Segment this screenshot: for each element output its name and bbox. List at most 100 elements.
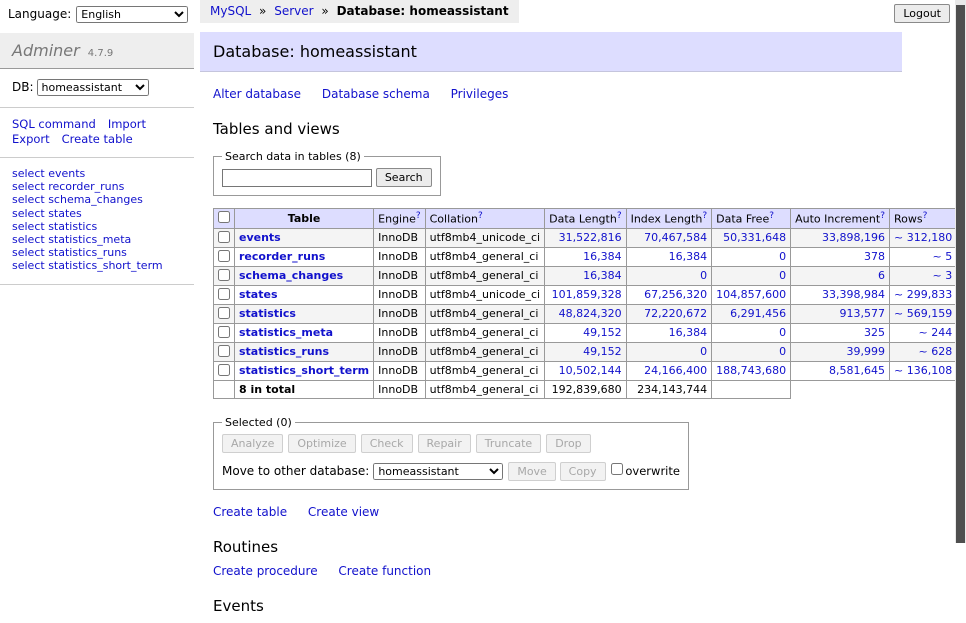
table-name-link[interactable]: statistics_meta: [239, 326, 333, 339]
data-free-link[interactable]: 50,331,648: [723, 231, 786, 244]
breadcrumb-server-link[interactable]: Server: [274, 4, 313, 18]
create-view-link[interactable]: Create view: [308, 505, 379, 519]
rows-link[interactable]: ~ 3: [932, 269, 952, 282]
sidebar-link-sql-command[interactable]: SQL command: [12, 117, 96, 131]
sidebar-table-name-link[interactable]: statistics: [48, 220, 97, 233]
help-link[interactable]: ?: [880, 211, 885, 221]
index-length-link[interactable]: 24,166,400: [644, 364, 707, 377]
privileges-link[interactable]: Privileges: [451, 87, 509, 101]
auto-increment-link[interactable]: 33,898,196: [822, 231, 885, 244]
index-length-link[interactable]: 0: [700, 269, 707, 282]
copy-button[interactable]: Copy: [560, 462, 606, 481]
data-free-link[interactable]: 0: [779, 345, 786, 358]
select-table-link[interactable]: select: [12, 220, 45, 233]
auto-increment-link[interactable]: 378: [864, 250, 885, 263]
data-length-link[interactable]: 31,522,816: [559, 231, 622, 244]
auto-increment-link[interactable]: 33,398,984: [822, 288, 885, 301]
table-name-link[interactable]: statistics_short_term: [239, 364, 369, 377]
drop-button[interactable]: Drop: [546, 434, 590, 453]
select-table-link[interactable]: select: [12, 180, 45, 193]
help-link[interactable]: ?: [702, 211, 707, 221]
row-checkbox[interactable]: [218, 250, 230, 262]
sidebar-table-name-link[interactable]: statistics_short_term: [48, 259, 162, 272]
select-table-link[interactable]: select: [12, 167, 45, 180]
create-function-link[interactable]: Create function: [338, 564, 431, 578]
search-input[interactable]: [222, 169, 372, 187]
index-length-link[interactable]: 16,384: [669, 250, 708, 263]
sidebar-table-name-link[interactable]: statistics_runs: [48, 246, 127, 259]
analyze-button[interactable]: Analyze: [222, 434, 283, 453]
table-name-link[interactable]: schema_changes: [239, 269, 343, 282]
sidebar-table-name-link[interactable]: states: [48, 207, 82, 220]
sidebar-table-name-link[interactable]: recorder_runs: [48, 180, 124, 193]
table-name-link[interactable]: recorder_runs: [239, 250, 325, 263]
breadcrumb-mysql-link[interactable]: MySQL: [210, 4, 251, 18]
rows-link[interactable]: ~ 312,180: [894, 231, 952, 244]
database-schema-link[interactable]: Database schema: [322, 87, 430, 101]
select-all-checkbox[interactable]: [218, 211, 230, 223]
sidebar-link-export[interactable]: Export: [12, 132, 50, 146]
scrollbar[interactable]: [955, 0, 966, 543]
row-checkbox[interactable]: [218, 326, 230, 338]
data-length-link[interactable]: 49,152: [583, 326, 622, 339]
auto-increment-link[interactable]: 39,999: [847, 345, 886, 358]
auto-increment-link[interactable]: 8,581,645: [829, 364, 885, 377]
data-free-link[interactable]: 0: [779, 326, 786, 339]
rows-link[interactable]: ~ 5: [932, 250, 952, 263]
sidebar-table-name-link[interactable]: schema_changes: [48, 193, 143, 206]
optimize-button[interactable]: Optimize: [288, 434, 355, 453]
check-button[interactable]: Check: [361, 434, 413, 453]
row-checkbox[interactable]: [218, 307, 230, 319]
create-procedure-link[interactable]: Create procedure: [213, 564, 318, 578]
data-free-link[interactable]: 0: [779, 250, 786, 263]
table-name-link[interactable]: states: [239, 288, 278, 301]
sidebar-table-name-link[interactable]: statistics_meta: [48, 233, 131, 246]
language-select[interactable]: English: [76, 6, 188, 23]
table-name-link[interactable]: statistics: [239, 307, 296, 320]
row-checkbox[interactable]: [218, 288, 230, 300]
select-table-link[interactable]: select: [12, 246, 45, 259]
select-table-link[interactable]: select: [12, 207, 45, 220]
help-link[interactable]: ?: [617, 211, 622, 221]
row-checkbox[interactable]: [218, 364, 230, 376]
repair-button[interactable]: Repair: [418, 434, 471, 453]
sidebar-link-create-table[interactable]: Create table: [62, 132, 133, 146]
create-table-link[interactable]: Create table: [213, 505, 287, 519]
select-table-link[interactable]: select: [12, 193, 45, 206]
row-checkbox[interactable]: [218, 231, 230, 243]
move-button[interactable]: Move: [508, 462, 556, 481]
index-length-link[interactable]: 70,467,584: [644, 231, 707, 244]
rows-link[interactable]: ~ 244: [918, 326, 952, 339]
rows-link[interactable]: ~ 299,833: [894, 288, 952, 301]
search-button[interactable]: Search: [376, 168, 432, 187]
index-length-link[interactable]: 72,220,672: [644, 307, 707, 320]
help-link[interactable]: ?: [478, 211, 483, 221]
help-link[interactable]: ?: [923, 211, 928, 221]
data-length-link[interactable]: 49,152: [583, 345, 622, 358]
select-table-link[interactable]: select: [12, 259, 45, 272]
move-db-select[interactable]: homeassistant: [373, 463, 503, 480]
scrollbar-thumb[interactable]: [956, 5, 965, 543]
index-length-link[interactable]: 0: [700, 345, 707, 358]
help-link[interactable]: ?: [769, 211, 774, 221]
data-free-link[interactable]: 0: [779, 269, 786, 282]
auto-increment-link[interactable]: 6: [878, 269, 885, 282]
auto-increment-link[interactable]: 325: [864, 326, 885, 339]
data-free-link[interactable]: 104,857,600: [716, 288, 786, 301]
row-checkbox[interactable]: [218, 345, 230, 357]
rows-link[interactable]: ~ 569,159: [894, 307, 952, 320]
row-checkbox[interactable]: [218, 269, 230, 281]
table-name-link[interactable]: statistics_runs: [239, 345, 329, 358]
db-select[interactable]: homeassistant: [37, 79, 149, 96]
select-table-link[interactable]: select: [12, 233, 45, 246]
index-length-link[interactable]: 16,384: [669, 326, 708, 339]
data-free-link[interactable]: 6,291,456: [730, 307, 786, 320]
sidebar-link-import[interactable]: Import: [108, 117, 146, 131]
data-length-link[interactable]: 10,502,144: [559, 364, 622, 377]
sidebar-table-name-link[interactable]: events: [48, 167, 85, 180]
help-link[interactable]: ?: [416, 211, 421, 221]
data-length-link[interactable]: 16,384: [583, 250, 622, 263]
rows-link[interactable]: ~ 136,108: [894, 364, 952, 377]
overwrite-checkbox[interactable]: [611, 463, 623, 475]
data-free-link[interactable]: 188,743,680: [716, 364, 786, 377]
